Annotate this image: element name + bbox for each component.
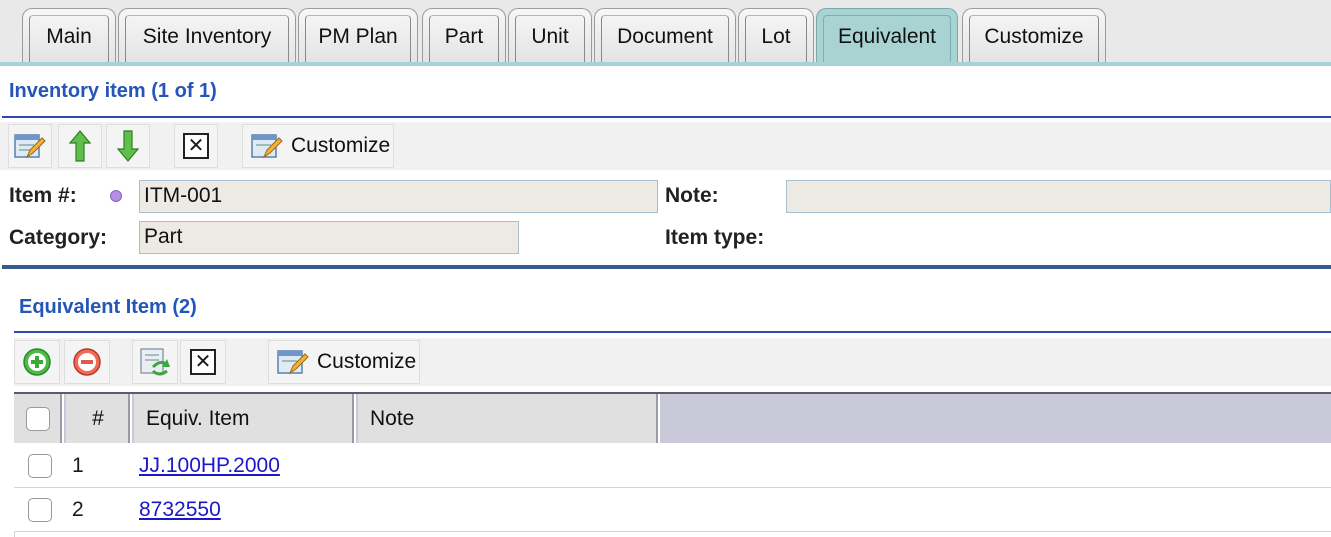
customize-button[interactable]: Customize	[242, 124, 394, 168]
tab-label: Lot	[745, 15, 807, 64]
note-label: Note:	[665, 184, 719, 207]
select-all-cell	[14, 394, 64, 443]
tab-label: Unit	[515, 15, 585, 64]
section-divider	[14, 331, 1331, 333]
add-button[interactable]	[14, 340, 60, 384]
tab-lot[interactable]: Lot	[738, 8, 814, 64]
section-divider	[2, 116, 1331, 118]
arrow-down-icon	[117, 130, 139, 162]
note-field[interactable]	[786, 180, 1331, 213]
category-field[interactable]: Part	[139, 221, 519, 254]
move-down-button[interactable]	[106, 124, 150, 168]
equiv-item-cell: 8732550	[139, 488, 359, 531]
tab-main[interactable]: Main	[22, 8, 116, 64]
column-header-note[interactable]: Note	[358, 394, 660, 443]
item-type-label: Item type:	[665, 226, 765, 249]
arrow-up-icon	[69, 130, 91, 162]
close-button[interactable]: ✕	[180, 340, 226, 384]
inventory-toolbar: ✕ Customize	[0, 122, 1331, 170]
tab-part[interactable]: Part	[422, 8, 506, 64]
row-checkbox[interactable]	[28, 453, 52, 478]
customize-icon	[251, 134, 283, 159]
note-cell	[370, 488, 670, 531]
category-label: Category:	[9, 226, 108, 249]
edit-icon	[14, 134, 46, 159]
tab-pm-plan[interactable]: PM Plan	[298, 8, 418, 64]
row-checkbox[interactable]	[28, 497, 52, 522]
move-up-button[interactable]	[58, 124, 102, 168]
customize-label: Customize	[317, 350, 417, 373]
tab-label: Part	[429, 15, 499, 64]
refresh-icon	[140, 348, 170, 376]
tab-equivalent[interactable]: Equivalent	[816, 8, 958, 66]
inventory-section-title: Inventory item (1 of 1)	[9, 80, 217, 102]
tab-label: Site Inventory	[125, 15, 289, 64]
close-button[interactable]: ✕	[174, 124, 218, 168]
tab-label: PM Plan	[305, 15, 411, 64]
tab-label: Equivalent	[823, 15, 951, 66]
equiv-item-link[interactable]: 8732550	[139, 498, 221, 522]
equivalent-toolbar: ✕ Customize	[14, 338, 1331, 386]
row-number: 1	[72, 453, 84, 477]
close-box-icon: ✕	[190, 349, 216, 375]
equivalent-section-title: Equivalent Item (2)	[19, 296, 197, 318]
column-header-number[interactable]: #	[66, 394, 132, 443]
grid-header: # Equiv. Item Note	[14, 392, 1331, 443]
table-row: 2 8732550	[14, 488, 1331, 532]
add-icon	[23, 348, 51, 376]
row-checkbox-cell	[28, 444, 58, 487]
note-cell	[370, 444, 670, 487]
select-all-checkbox[interactable]	[26, 406, 50, 431]
item-number-label: Item #:	[9, 184, 77, 207]
customize-label: Customize	[291, 134, 391, 157]
remove-button[interactable]	[64, 340, 110, 384]
section-band	[2, 265, 1331, 269]
customize-button[interactable]: Customize	[268, 340, 420, 384]
close-box-icon: ✕	[183, 133, 209, 159]
column-header-equiv-item[interactable]: Equiv. Item	[134, 394, 356, 443]
tab-document[interactable]: Document	[594, 8, 736, 64]
tab-label: Main	[29, 15, 109, 64]
tab-label: Document	[601, 15, 729, 64]
grid-edge	[14, 532, 15, 537]
row-number: 2	[72, 497, 84, 521]
edit-button[interactable]	[8, 124, 52, 168]
remove-icon	[73, 348, 101, 376]
tab-customize[interactable]: Customize	[962, 8, 1106, 64]
tab-unit[interactable]: Unit	[508, 8, 592, 64]
required-indicator-icon	[110, 190, 122, 202]
equiv-item-cell: JJ.100HP.2000	[139, 444, 359, 487]
equiv-item-link[interactable]: JJ.100HP.2000	[139, 454, 280, 478]
row-checkbox-cell	[28, 488, 58, 531]
table-row: 1 JJ.100HP.2000	[14, 444, 1331, 488]
tab-label: Customize	[969, 15, 1099, 64]
refresh-button[interactable]	[132, 340, 178, 384]
item-number-field[interactable]: ITM-001	[139, 180, 658, 213]
customize-icon	[277, 350, 309, 375]
tab-site-inventory[interactable]: Site Inventory	[118, 8, 296, 64]
tab-bar: Main Site Inventory PM Plan Part Unit Do…	[0, 0, 1331, 66]
